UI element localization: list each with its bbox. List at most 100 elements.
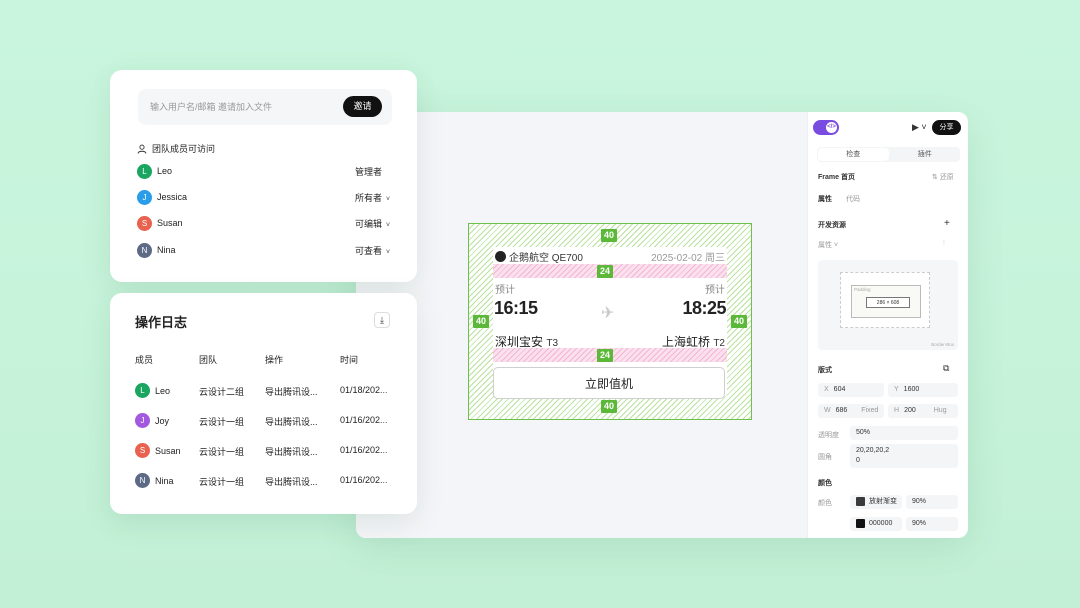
log-team: 云设计一组 bbox=[199, 417, 245, 427]
column-header-team: 团队 bbox=[199, 355, 218, 365]
subtab-properties[interactable]: 属性 bbox=[818, 194, 832, 204]
member-name: Susan bbox=[157, 218, 183, 228]
member-name: Leo bbox=[157, 166, 173, 176]
dev-resources-label: 开发资源 bbox=[818, 222, 846, 229]
property-label: 属性 bbox=[818, 242, 832, 249]
w-label: W bbox=[824, 407, 831, 414]
x-field[interactable]: X 604 bbox=[818, 383, 884, 397]
margin-box: Padding 286 × 608 bbox=[840, 272, 930, 328]
add-icon[interactable]: + bbox=[944, 218, 950, 229]
airline-logo-icon bbox=[495, 250, 506, 262]
y-label: Y bbox=[894, 386, 899, 393]
property-dropdown[interactable]: 属性 ˅ bbox=[818, 240, 838, 250]
share-button[interactable]: 分享 bbox=[932, 120, 961, 135]
member-name: Nina bbox=[157, 245, 176, 255]
copy-icon[interactable]: ⧉ bbox=[943, 363, 949, 374]
gap-tag: 24 bbox=[597, 349, 614, 362]
team-access-label: 团队成员可访问 bbox=[152, 144, 216, 154]
role-label: 可查看 bbox=[355, 245, 383, 256]
subtab-code[interactable]: 代码 bbox=[846, 194, 860, 204]
avatar: N bbox=[137, 242, 152, 258]
gap-tag: 24 bbox=[597, 265, 614, 278]
departure-time: 16:15 bbox=[494, 298, 538, 318]
checkin-button[interactable]: 立即值机 bbox=[493, 367, 725, 399]
tab-inspect[interactable]: 检查 bbox=[818, 148, 889, 161]
flight-card: 企鹅航空 QE700 2025-02-02 周三 24 预计 预计 16:15 … bbox=[493, 247, 727, 399]
radius-value-line1: 20,20,20,2 bbox=[856, 447, 890, 454]
design-canvas[interactable]: 40 40 40 40 企鹅航空 QE700 2025-02-02 周三 24 … bbox=[356, 112, 807, 538]
member-role-dropdown[interactable]: 可编辑 ˅ bbox=[355, 217, 390, 230]
airplane-icon: ✈ bbox=[601, 305, 615, 322]
box-model-preview: Margin Padding 286 × 608 Border-Box bbox=[818, 260, 958, 350]
radius-value-line2: 0 bbox=[856, 457, 860, 464]
log-team: 云设计一组 bbox=[199, 477, 245, 487]
member-role-dropdown[interactable]: 所有者 ˅ bbox=[355, 191, 390, 204]
departure-city-name: 深圳宝安 bbox=[495, 335, 544, 349]
frame-label: Frame 首页 bbox=[818, 174, 855, 181]
play-icon[interactable]: ▶ ˅ bbox=[912, 122, 927, 133]
adjust-icon[interactable]: ⫶ bbox=[943, 240, 945, 248]
radius-field[interactable]: 20,20,20,2 0 bbox=[850, 444, 958, 468]
download-icon[interactable]: ⤓ bbox=[374, 312, 390, 328]
departure-label: 预计 bbox=[495, 285, 515, 296]
table-row[interactable]: S Susan 云设计一组 导出腾讯设... 01/16/202... bbox=[110, 437, 417, 467]
member-row: J Jessica 所有者 ˅ bbox=[137, 188, 393, 206]
airline-info: 企鹅航空 QE700 bbox=[495, 249, 583, 264]
avatar: L bbox=[137, 163, 152, 179]
h-label: H bbox=[894, 407, 900, 414]
color-fill-2[interactable]: 000000 bbox=[850, 517, 902, 531]
color-2-name: 000000 bbox=[869, 520, 893, 527]
height-field[interactable]: H 200 Hug bbox=[888, 404, 958, 418]
log-action: 导出腾讯设... bbox=[265, 447, 318, 457]
table-row[interactable]: J Joy 云设计一组 导出腾讯设... 01/16/202... bbox=[110, 407, 417, 437]
table-fade-overlay bbox=[377, 363, 417, 513]
dev-mode-toggle[interactable]: </> bbox=[813, 120, 839, 135]
h-mode: Hug bbox=[933, 407, 947, 414]
x-label: X bbox=[824, 386, 829, 393]
color-2-opacity[interactable]: 90% bbox=[906, 517, 958, 531]
table-row[interactable]: L Leo 云设计二组 导出腾讯设... 01/18/202... bbox=[110, 377, 417, 407]
padding-left-tag: 40 bbox=[473, 315, 490, 328]
design-editor-window: 40 40 40 40 企鹅航空 QE700 2025-02-02 周三 24 … bbox=[356, 112, 968, 538]
content-box-size: 286 × 608 bbox=[866, 297, 910, 308]
avatar: J bbox=[135, 413, 150, 428]
table-row[interactable]: N Nina 云设计一组 导出腾讯设... 01/16/202... bbox=[110, 467, 417, 497]
role-label: 可编辑 bbox=[355, 218, 383, 229]
arrival-time: 18:25 bbox=[682, 298, 726, 318]
invite-button[interactable]: 邀请 bbox=[343, 96, 382, 117]
chevron-down-icon: ˅ bbox=[386, 248, 391, 256]
member-row: S Susan 可编辑 ˅ bbox=[137, 214, 393, 232]
member-name: Susan bbox=[155, 445, 181, 456]
y-value: 1600 bbox=[903, 386, 920, 393]
h-value: 200 bbox=[904, 407, 916, 414]
color-label: 颜色 bbox=[818, 500, 832, 507]
code-icon: </> bbox=[826, 122, 837, 133]
y-field[interactable]: Y 1600 bbox=[888, 383, 958, 397]
selected-frame[interactable]: 40 40 40 40 企鹅航空 QE700 2025-02-02 周三 24 … bbox=[468, 223, 752, 420]
log-action: 导出腾讯设... bbox=[265, 477, 318, 487]
width-field[interactable]: W 686 Fixed bbox=[818, 404, 884, 418]
log-member: S Susan bbox=[135, 443, 181, 458]
log-title: 操作日志 bbox=[135, 315, 188, 330]
gap-indicator: 24 bbox=[493, 264, 727, 278]
color-1-opacity[interactable]: 90% bbox=[906, 495, 958, 509]
member-role: 管理者 bbox=[355, 165, 382, 178]
invite-input[interactable] bbox=[150, 89, 330, 125]
restore-button[interactable]: ⇅ 还原 bbox=[932, 172, 954, 182]
padding-top-tag: 40 bbox=[601, 229, 618, 242]
color-fill-1[interactable]: 放射渐变 bbox=[850, 495, 902, 509]
restore-label: 还原 bbox=[939, 174, 954, 181]
color-1-name: 放射渐变 bbox=[869, 498, 897, 505]
column-header-action: 操作 bbox=[265, 355, 284, 365]
opacity-field[interactable]: 50% bbox=[850, 426, 958, 440]
airline-name: 企鹅航空 QE700 bbox=[509, 252, 583, 264]
flight-header: 企鹅航空 QE700 2025-02-02 周三 bbox=[495, 249, 725, 264]
member-role-dropdown[interactable]: 可查看 ˅ bbox=[355, 244, 390, 257]
layout-section-label: 版式 bbox=[818, 367, 832, 374]
log-team: 云设计一组 bbox=[199, 447, 245, 457]
log-action: 导出腾讯设... bbox=[265, 387, 318, 397]
tab-plugins[interactable]: 插件 bbox=[890, 147, 961, 162]
solid-color-swatch bbox=[856, 518, 865, 528]
member-row: N Nina 可查看 ˅ bbox=[137, 241, 393, 259]
padding-right-tag: 40 bbox=[731, 315, 748, 328]
